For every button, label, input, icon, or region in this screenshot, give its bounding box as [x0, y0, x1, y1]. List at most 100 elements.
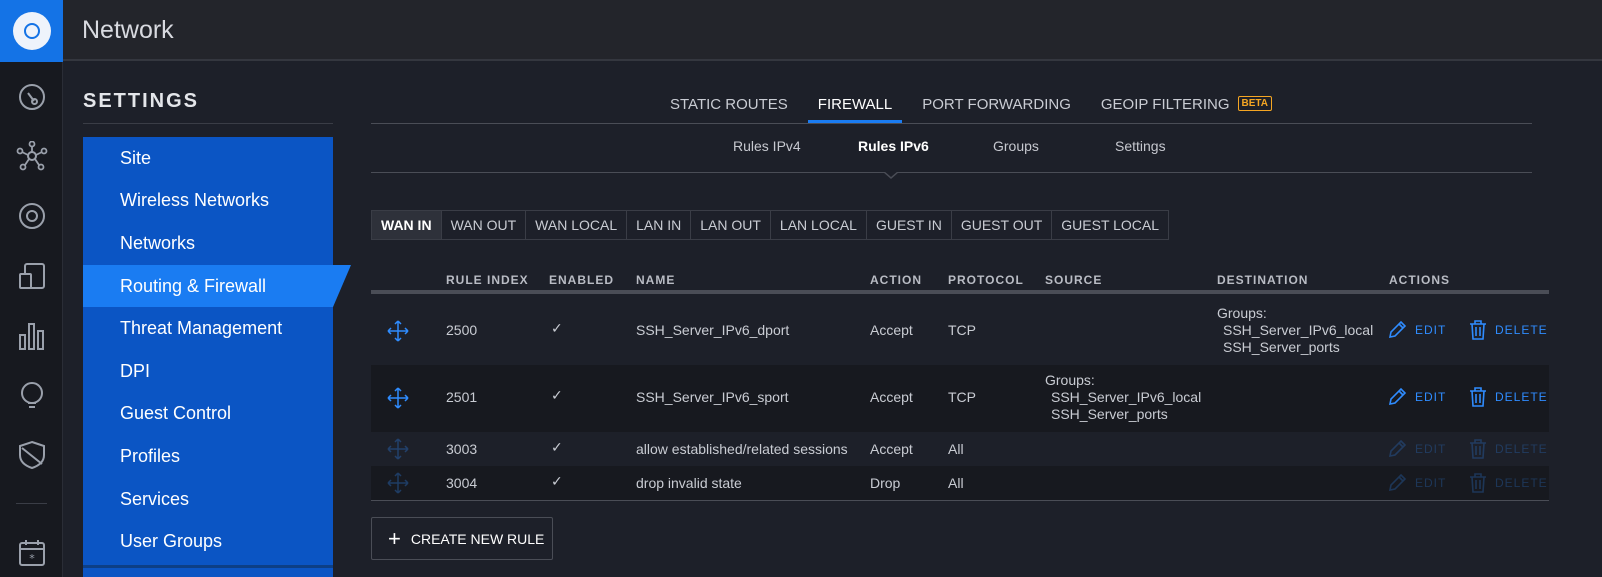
col-protocol[interactable]: PROTOCOL — [948, 273, 1024, 287]
subtab-rules-ipv4[interactable]: Rules IPv4 — [733, 138, 801, 154]
active-subtab-caret — [883, 171, 899, 179]
trash-icon — [1470, 473, 1486, 493]
rule-index: 3004 — [446, 475, 478, 491]
main-tabs: STATIC ROUTES FIREWALL PORT FORWARDING G… — [660, 96, 1292, 123]
seg-wan-in[interactable]: WAN IN — [372, 211, 442, 239]
sidebar-item-guest-control[interactable]: Guest Control — [83, 393, 333, 436]
edit-button[interactable]: EDIT — [1387, 320, 1446, 340]
sidebar-item-site[interactable]: Site — [83, 137, 333, 180]
table-row: 3003 ✓ allow established/related session… — [371, 432, 1549, 466]
tab-static-routes[interactable]: STATIC ROUTES — [660, 96, 798, 123]
sidebar-item-wireless-networks[interactable]: Wireless Networks — [83, 180, 333, 223]
create-new-rule-button[interactable]: + CREATE NEW RULE — [371, 517, 553, 560]
seg-lan-out[interactable]: LAN OUT — [691, 211, 771, 239]
rule-index: 2501 — [446, 389, 478, 405]
table-row: 2500 ✓ SSH_Server_IPv6_dport Accept TCP … — [371, 298, 1549, 365]
rule-name: SSH_Server_IPv6_sport — [636, 389, 789, 405]
rule-action: Accept — [870, 441, 913, 457]
trash-icon — [1470, 439, 1486, 459]
tab-port-forwarding[interactable]: PORT FORWARDING — [912, 96, 1081, 123]
enabled-check: ✓ — [551, 439, 563, 455]
trash-icon — [1470, 387, 1486, 407]
rule-name: SSH_Server_IPv6_dport — [636, 322, 790, 338]
topology-icon[interactable] — [0, 136, 63, 176]
clients-icon[interactable] — [0, 256, 63, 296]
seg-guest-local[interactable]: GUEST LOCAL — [1052, 211, 1168, 239]
plus-icon: + — [388, 525, 401, 551]
rule-action: Drop — [870, 475, 901, 491]
page-title: Network — [82, 16, 174, 44]
col-destination[interactable]: DESTINATION — [1217, 273, 1308, 287]
rule-source: Groups: SSH_Server_IPv6_local SSH_Server… — [1045, 372, 1201, 423]
drag-handle-icon — [387, 438, 409, 463]
destination-groups-label: Groups: — [1217, 305, 1267, 321]
col-name[interactable]: NAME — [636, 273, 675, 287]
ubiquiti-logo-icon[interactable] — [0, 0, 63, 62]
trash-icon — [1470, 320, 1486, 340]
sidebar-item-networks[interactable]: Networks — [83, 222, 333, 265]
pencil-icon — [1388, 320, 1407, 339]
dashboard-icon[interactable] — [0, 77, 63, 117]
col-rule-index[interactable]: RULE INDEX — [446, 273, 529, 287]
settings-menu: Site Wireless Networks Networks Routing … — [83, 137, 351, 577]
destination-group: SSH_Server_ports — [1223, 339, 1340, 355]
col-enabled[interactable]: ENABLED — [549, 273, 614, 287]
subtab-rules-ipv6[interactable]: Rules IPv6 — [858, 138, 929, 154]
tab-firewall[interactable]: FIREWALL — [807, 96, 903, 123]
col-actions: ACTIONS — [1389, 273, 1450, 287]
table-header: RULE INDEX ENABLED NAME ACTION PROTOCOL … — [371, 273, 1549, 294]
delete-label: DELETE — [1495, 323, 1548, 337]
col-action[interactable]: ACTION — [870, 273, 922, 287]
rule-protocol: TCP — [948, 322, 976, 338]
delete-button: DELETE — [1469, 439, 1548, 459]
edit-button[interactable]: EDIT — [1387, 387, 1446, 407]
tabs-divider — [371, 123, 1532, 124]
table-row: 3004 ✓ drop invalid state Drop All EDIT … — [371, 466, 1549, 500]
sidebar-item-user-groups[interactable]: User Groups — [83, 520, 333, 563]
top-bar: Network — [63, 0, 1602, 61]
edit-button: EDIT — [1387, 439, 1446, 459]
seg-wan-out[interactable]: WAN OUT — [442, 211, 527, 239]
sidebar-item-dpi[interactable]: DPI — [83, 350, 333, 393]
subtab-groups[interactable]: Groups — [993, 138, 1039, 154]
seg-guest-out[interactable]: GUEST OUT — [952, 211, 1053, 239]
rule-protocol: TCP — [948, 389, 976, 405]
col-source[interactable]: SOURCE — [1045, 273, 1102, 287]
pencil-icon — [1388, 387, 1407, 406]
rule-action: Accept — [870, 322, 913, 338]
drag-handle-icon[interactable] — [387, 320, 409, 345]
enabled-check: ✓ — [551, 320, 563, 336]
delete-button[interactable]: DELETE — [1469, 387, 1548, 407]
seg-lan-local[interactable]: LAN LOCAL — [771, 211, 867, 239]
sidebar-item-threat-management[interactable]: Threat Management — [83, 307, 333, 350]
rule-index: 3003 — [446, 441, 478, 457]
insights-icon[interactable] — [0, 376, 63, 416]
sidebar-item-services[interactable]: Services — [83, 478, 333, 521]
drag-handle-icon — [387, 472, 409, 497]
source-groups-label: Groups: — [1045, 372, 1095, 388]
pencil-icon — [1388, 439, 1407, 458]
subtab-settings[interactable]: Settings — [1115, 138, 1166, 154]
settings-heading: SETTINGS — [83, 90, 200, 112]
rule-protocol: All — [948, 475, 964, 491]
rule-name: allow established/related sessions — [636, 441, 848, 457]
seg-lan-in[interactable]: LAN IN — [627, 211, 692, 239]
drag-handle-icon[interactable] — [387, 387, 409, 412]
events-icon[interactable]: * — [0, 533, 63, 573]
seg-guest-in[interactable]: GUEST IN — [867, 211, 952, 239]
seg-wan-local[interactable]: WAN LOCAL — [526, 211, 628, 239]
shield-icon[interactable] — [0, 435, 63, 475]
rule-protocol: All — [948, 441, 964, 457]
svg-text:*: * — [29, 552, 35, 565]
tab-geoip-filtering-label: GEOIP FILTERING — [1100, 96, 1230, 113]
edit-label: EDIT — [1415, 323, 1447, 337]
devices-icon[interactable] — [0, 196, 63, 236]
statistics-icon[interactable] — [0, 316, 63, 356]
edit-label: EDIT — [1415, 476, 1447, 490]
sidebar-item-routing-firewall[interactable]: Routing & Firewall — [83, 264, 351, 308]
delete-button[interactable]: DELETE — [1469, 320, 1548, 340]
delete-button: DELETE — [1469, 473, 1548, 493]
sidebar-item-profiles[interactable]: Profiles — [83, 435, 333, 478]
tab-geoip-filtering[interactable]: GEOIP FILTERING BETA — [1091, 96, 1282, 123]
rule-action: Accept — [870, 389, 913, 405]
